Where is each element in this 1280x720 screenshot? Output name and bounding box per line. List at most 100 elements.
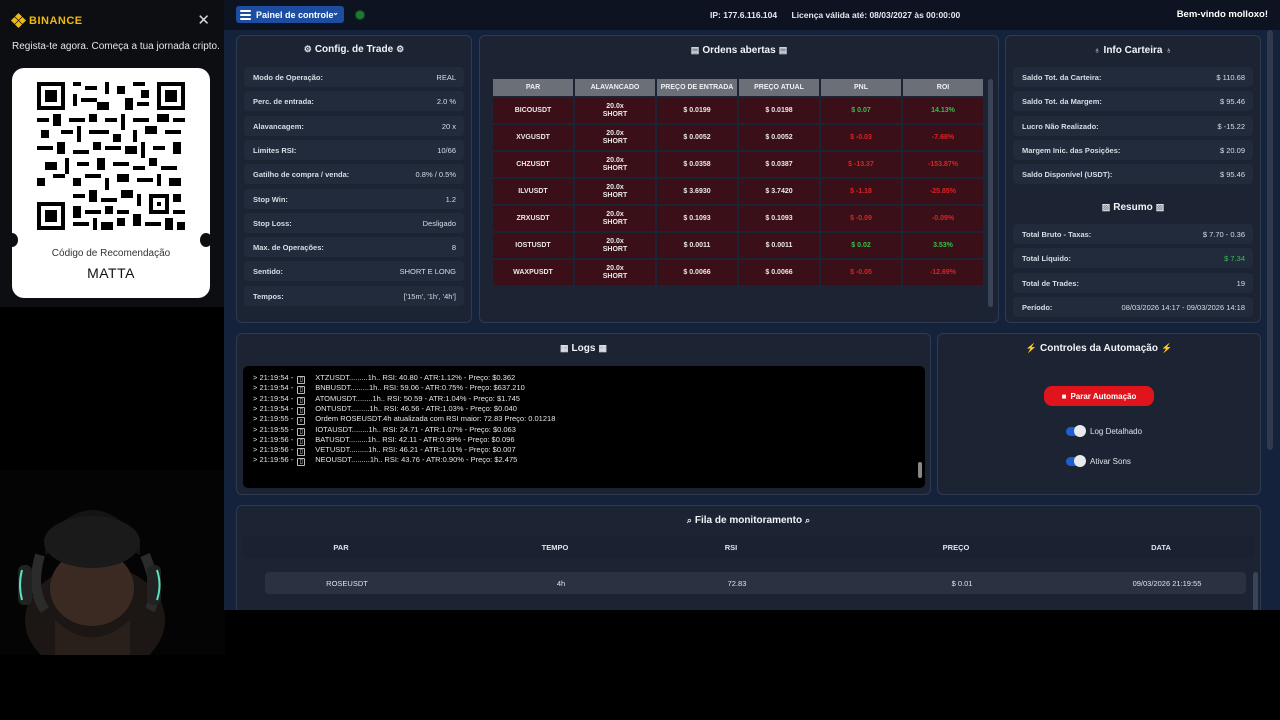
log-console[interactable]: > 21:19:54 - ▯ XTZUSDT.........1h.. RSI: 4… <box>243 366 925 488</box>
config-label: Gatilho de compra / venda: <box>253 170 350 180</box>
close-icon[interactable]: ✕ <box>197 13 210 28</box>
binance-logo-icon <box>10 12 27 29</box>
wallet-row: Margem Inic. das Posições: $ 20.09 <box>1013 139 1253 160</box>
referral-card: Código de Recomendação MATTA <box>12 68 210 298</box>
order-row[interactable]: BICOUSDT 20.0x SHORT $ 0.0199 $ 0.0198 $ 0.07… <box>493 98 983 123</box>
order-current-price: $ 0.0066 <box>739 260 819 285</box>
order-pair: CHZUSDT <box>493 152 573 177</box>
config-value: SHORT E LONG <box>399 267 456 277</box>
config-row: Max. de Operações: 8 <box>244 237 464 258</box>
order-current-price: $ 0.0387 <box>739 152 819 177</box>
order-leverage-value: 20.0x <box>606 237 624 245</box>
order-pnl: $ -13.37 <box>821 152 901 177</box>
sounds-toggle[interactable] <box>1066 455 1086 467</box>
wallet-value: $ -15.22 <box>1217 121 1245 131</box>
money-bag-icon: ♁ <box>1093 45 1101 55</box>
order-side: SHORT <box>602 110 628 118</box>
config-value: 2.0 % <box>436 97 456 107</box>
log-scrollbar[interactable] <box>918 462 922 478</box>
order-row[interactable]: IOSTUSDT 20.0x SHORT $ 0.0011 $ 0.0011 $ 0.02… <box>493 233 983 258</box>
config-row: Stop Win: 1.2 <box>244 188 464 209</box>
queue-header-cell: PREÇO <box>942 543 970 552</box>
order-pnl: $ -1.18 <box>821 179 901 204</box>
chart-icon: ▨ <box>1155 202 1165 212</box>
orders-scrollbar[interactable] <box>988 79 993 307</box>
stop-automation-button[interactable]: ■ Parar Automação <box>1044 386 1154 406</box>
config-row: Limites RSI: 10/66 <box>244 139 464 160</box>
order-roi: -153.87% <box>903 152 983 177</box>
queue-header-cell: TEMPO <box>541 543 569 552</box>
card-notch-right <box>200 233 212 247</box>
order-entry-price: $ 0.0011 <box>657 233 737 258</box>
wallet-value: $ 110.68 <box>1216 73 1245 82</box>
welcome-text: Bem-vindo molloxo! <box>1176 9 1268 20</box>
lightning-icon: ⚡ <box>1160 343 1173 353</box>
log-time: > 21:19:54 - <box>253 393 294 403</box>
detailed-log-toggle[interactable] <box>1066 425 1086 437</box>
config-row: Gatilho de compra / venda: 0.8% / 0.5% <box>244 164 464 185</box>
logs-panel: ▦ Logs ▦ > 21:19:54 - ▯ XTZUSDT.........1h..… <box>236 333 931 495</box>
referral-code: MATTA <box>87 265 135 281</box>
order-pnl: $ 0.02 <box>821 233 901 258</box>
order-row[interactable]: XVGUSDT 20.0x SHORT $ 0.0052 $ 0.0052 $ -0.03… <box>493 125 983 150</box>
clipboard-icon: ▤ <box>778 45 788 55</box>
order-current-price: $ 0.0011 <box>739 233 819 258</box>
wallet-label: Lucro Não Realizado: <box>1022 121 1099 131</box>
order-side: SHORT <box>602 245 628 253</box>
topbar: Painel de controle ⌄ IP: 177.6.116.104 L… <box>224 0 1280 30</box>
money-bag-icon: ♁ <box>1165 45 1173 55</box>
order-leverage-value: 20.0x <box>606 210 624 218</box>
license-info: Licença válida até: 08/03/2027 às 00:00:… <box>791 10 961 20</box>
order-row[interactable]: ZRXUSDT 20.0x SHORT $ 0.1093 $ 0.1093 $ -0.09… <box>493 206 983 231</box>
order-pnl: $ -0.05 <box>821 260 901 285</box>
log-time: > 21:19:55 - <box>253 424 294 434</box>
order-pnl: $ -0.03 <box>821 125 901 150</box>
control-panel-menu-button[interactable]: Painel de controle ⌄ <box>236 6 344 23</box>
order-pair: BICOUSDT <box>493 98 573 123</box>
order-entry-price: $ 0.0066 <box>657 260 737 285</box>
queue-row[interactable]: ROSEUSDT 4h 72.83 $ 0.01 09/03/2026 21:19:55 <box>265 572 1246 594</box>
wallet-info-panel: ♁ Info Carteira ♁ Saldo Tot. da Carteira: $… <box>1005 35 1261 323</box>
order-row[interactable]: WAXPUSDT 20.0x SHORT $ 0.0066 $ 0.0066 $ -0.0… <box>493 260 983 285</box>
order-row[interactable]: ILVUSDT 20.0x SHORT $ 3.6930 $ 3.7420 $ -1.18… <box>493 179 983 204</box>
orders-header-cell: PNL <box>821 79 901 96</box>
config-label: Alavancagem: <box>253 121 304 131</box>
queue-header-row: PAR TEMPO RSI PREÇO DATA <box>243 536 1254 558</box>
order-side: SHORT <box>602 164 628 172</box>
order-roi: -25.85% <box>903 179 983 204</box>
top-info: IP: 177.6.116.104 Licença válida até: 08… <box>710 10 960 20</box>
config-value: ['15m', '1h', '4h'] <box>403 291 456 301</box>
order-pair: ZRXUSDT <box>493 206 573 231</box>
queue-rsi: 72.83 <box>727 579 747 588</box>
order-leverage: 20.0x SHORT <box>575 260 655 285</box>
config-value: 10/66 <box>437 145 456 155</box>
summary-label: Total Bruto - Taxas: <box>1022 230 1092 239</box>
automation-panel: ⚡ Controles da Automação ⚡ ■ Parar Automaç… <box>937 333 1261 495</box>
queue-pair: ROSEUSDT <box>326 579 368 588</box>
order-pnl: $ -0.09 <box>821 206 901 231</box>
streamer-image <box>0 470 225 655</box>
config-label: Tempos: <box>253 291 284 301</box>
wallet-title: ♁ Info Carteira ♁ <box>1093 45 1173 56</box>
config-value: 8 <box>451 243 456 253</box>
log-time: > 21:19:54 - <box>253 403 294 413</box>
order-leverage: 20.0x SHORT <box>575 206 655 231</box>
config-row: Sentido: SHORT E LONG <box>244 261 464 282</box>
order-row[interactable]: CHZUSDT 20.0x SHORT $ 0.0358 $ 0.0387 $ -13.3… <box>493 152 983 177</box>
order-current-price: $ 0.1093 <box>739 206 819 231</box>
queue-header-cell: DATA <box>1151 543 1171 552</box>
log-time: > 21:19:56 - <box>253 455 294 465</box>
orders-header-cell: ALAVANCADO <box>575 79 655 96</box>
orders-header-cell: PAR <box>493 79 573 96</box>
queue-date: 09/03/2026 21:19:55 <box>1132 579 1202 588</box>
gear-icon: ⚙ <box>396 44 405 54</box>
wallet-row: Saldo Tot. da Carteira: $ 110.68 <box>1013 67 1253 87</box>
config-row: Stop Loss: Desligado <box>244 212 464 233</box>
queue-scrollbar[interactable] <box>1253 572 1258 610</box>
referral-label: Código de Recomendação <box>51 248 171 259</box>
queue-header-cell: RSI <box>724 543 738 552</box>
order-entry-price: $ 0.0358 <box>657 152 737 177</box>
wallet-value: $ 95.46 <box>1219 170 1245 180</box>
order-side: SHORT <box>602 218 628 226</box>
page-scrollbar[interactable] <box>1267 30 1273 450</box>
